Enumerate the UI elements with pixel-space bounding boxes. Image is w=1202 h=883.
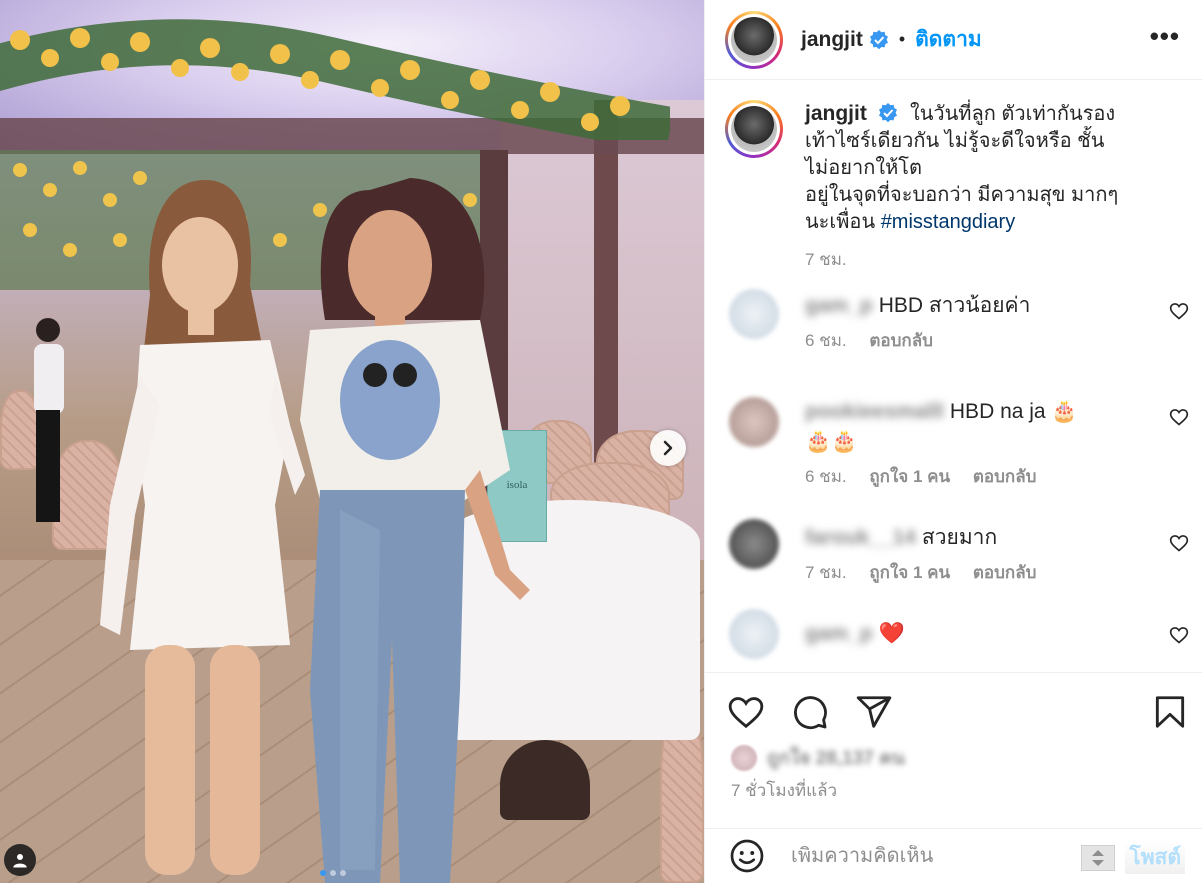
header-username[interactable]: jangjit [801, 28, 863, 52]
comment-username[interactable]: pookieesmalll [805, 400, 944, 423]
comment-input[interactable] [791, 844, 1091, 868]
comment-likes[interactable]: ถูกใจ 1 คน [869, 467, 950, 486]
comment-item: gam_p ❤️ [705, 609, 1202, 671]
comment-avatar[interactable] [729, 397, 779, 447]
verified-badge-icon [879, 103, 898, 123]
heart-icon[interactable] [1169, 533, 1189, 553]
caption-text: jangjit ในวันที่ลูก ตัวเท่ากันรอง เท้าไซ… [805, 100, 1183, 236]
user-tag-button[interactable] [4, 844, 36, 876]
user-tag-icon [13, 854, 27, 868]
comment-text: ❤️ [878, 622, 905, 645]
photo-person-right [300, 178, 530, 883]
post-actions: ถูกใจ 28,137 คน 7 ชั่วโมงที่แล้ว [705, 672, 1202, 827]
post-side-panel: jangjit • ติดตาม ••• jangjit ในวันที่ลูก… [704, 0, 1202, 883]
caption-hashtag-link[interactable]: #misstangdiary [881, 211, 1016, 233]
comment-time[interactable]: 7 ชม. [805, 563, 847, 582]
comment-item: pookieesmalll HBD na ja 🎂 🎂🎂 6 ชม. ถูกใจ … [705, 397, 1202, 523]
reply-button[interactable]: ตอบกลับ [973, 467, 1037, 486]
comment-avatar[interactable] [729, 289, 779, 339]
post-header: jangjit • ติดตาม ••• [705, 0, 1202, 80]
comment-username[interactable]: gam_p [805, 294, 873, 317]
caption-line: นะเพื่อน [805, 211, 876, 233]
comment-body: gam_p HBD สาวน้อยค่า [805, 291, 1153, 321]
heart-icon[interactable] [727, 693, 765, 731]
comment-body: gam_p ❤️ [805, 619, 1153, 649]
comment-avatar[interactable] [729, 519, 779, 569]
follow-button[interactable]: ติดตาม [915, 23, 982, 56]
comment-item: farouk__14 สวยมาก 7 ชม. ถูกใจ 1 คน ตอบกลั… [705, 519, 1202, 619]
comment-time[interactable]: 6 ชม. [805, 331, 847, 350]
bookmark-icon[interactable] [1151, 693, 1189, 731]
comment-text: HBD สาวน้อยค่า [878, 294, 1031, 317]
comment-time[interactable]: 6 ชม. [805, 467, 847, 486]
more-icon[interactable]: ••• [1150, 23, 1180, 49]
emoji-icon[interactable] [729, 838, 765, 874]
comment-text: HBD na ja 🎂 [949, 400, 1078, 423]
post-comment-button[interactable]: โพสต์ [1125, 841, 1185, 874]
add-comment-bar: โพสต์ [705, 828, 1202, 883]
post-photo[interactable]: isola [0, 0, 704, 883]
caption-avatar[interactable] [725, 100, 783, 158]
verified-badge-icon [869, 29, 888, 49]
avatar [731, 16, 777, 63]
comment-username[interactable]: farouk__14 [805, 526, 916, 549]
photo-waiter [34, 318, 64, 522]
liker-avatar [731, 745, 757, 771]
comment-avatar[interactable] [729, 609, 779, 659]
photo-lemon-garland [0, 19, 670, 140]
reply-button[interactable]: ตอบกลับ [869, 331, 933, 350]
comment-body: pookieesmalll HBD na ja 🎂 🎂🎂 [805, 397, 1153, 457]
caption-line: เท้าไซร์เดียวกัน ไม่รู้จะดีใจหรือ ชั้น [805, 130, 1105, 152]
scroll-control[interactable] [1081, 845, 1115, 871]
comment-icon[interactable] [791, 693, 829, 731]
comment-text: สวยมาก [921, 526, 998, 549]
carousel-dots [320, 870, 346, 876]
heart-icon[interactable] [1169, 407, 1189, 427]
scroll-arrows-icon [1092, 850, 1104, 866]
header-avatar[interactable] [725, 10, 783, 69]
comment-meta: 6 ชม. ถูกใจ 1 คน ตอบกลับ [805, 463, 1153, 490]
carousel-next-button[interactable] [650, 430, 686, 466]
comment-text-cont: 🎂🎂 [805, 430, 858, 453]
carousel-dot [340, 870, 346, 876]
heart-icon[interactable] [1169, 625, 1189, 645]
comments-list[interactable]: jangjit ในวันที่ลูก ตัวเท่ากันรอง เท้าไซ… [705, 81, 1202, 671]
comment-item: gam_p HBD สาวน้อยค่า 6 ชม. ตอบกลับ [705, 289, 1202, 397]
share-icon[interactable] [855, 693, 893, 731]
comment-meta: 6 ชม. ตอบกลับ [805, 327, 1153, 354]
heart-icon[interactable] [1169, 301, 1189, 321]
caption-line: อยู่ในจุดที่จะบอกว่า มีความสุข มากๆ [805, 184, 1119, 206]
likes-count[interactable]: ถูกใจ 28,137 คน [767, 743, 905, 773]
carousel-dot [330, 870, 336, 876]
comment-body: farouk__14 สวยมาก [805, 523, 1153, 553]
post-caption: jangjit ในวันที่ลูก ตัวเท่ากันรอง เท้าไซ… [705, 81, 1202, 291]
comment-likes[interactable]: ถูกใจ 1 คน [869, 563, 950, 582]
avatar [731, 106, 777, 152]
caption-line: ในวันที่ลูก ตัวเท่ากันรอง [909, 103, 1116, 125]
comment-meta: 7 ชม. ถูกใจ 1 คน ตอบกลับ [805, 559, 1153, 586]
comment-username[interactable]: gam_p [805, 622, 873, 645]
post-timestamp[interactable]: 7 ชั่วโมงที่แล้ว [731, 777, 837, 804]
caption-username[interactable]: jangjit [805, 102, 867, 125]
action-icons [727, 693, 893, 731]
header-bullet: • [898, 29, 906, 49]
caption-timestamp[interactable]: 7 ชม. [805, 246, 1183, 273]
reply-button[interactable]: ตอบกลับ [973, 563, 1037, 582]
carousel-dot [320, 870, 326, 876]
caption-line: ไม่อยากให้โต [805, 157, 922, 179]
chevron-right-icon [663, 440, 673, 456]
likes-summary[interactable]: ถูกใจ 28,137 คน [731, 743, 905, 773]
